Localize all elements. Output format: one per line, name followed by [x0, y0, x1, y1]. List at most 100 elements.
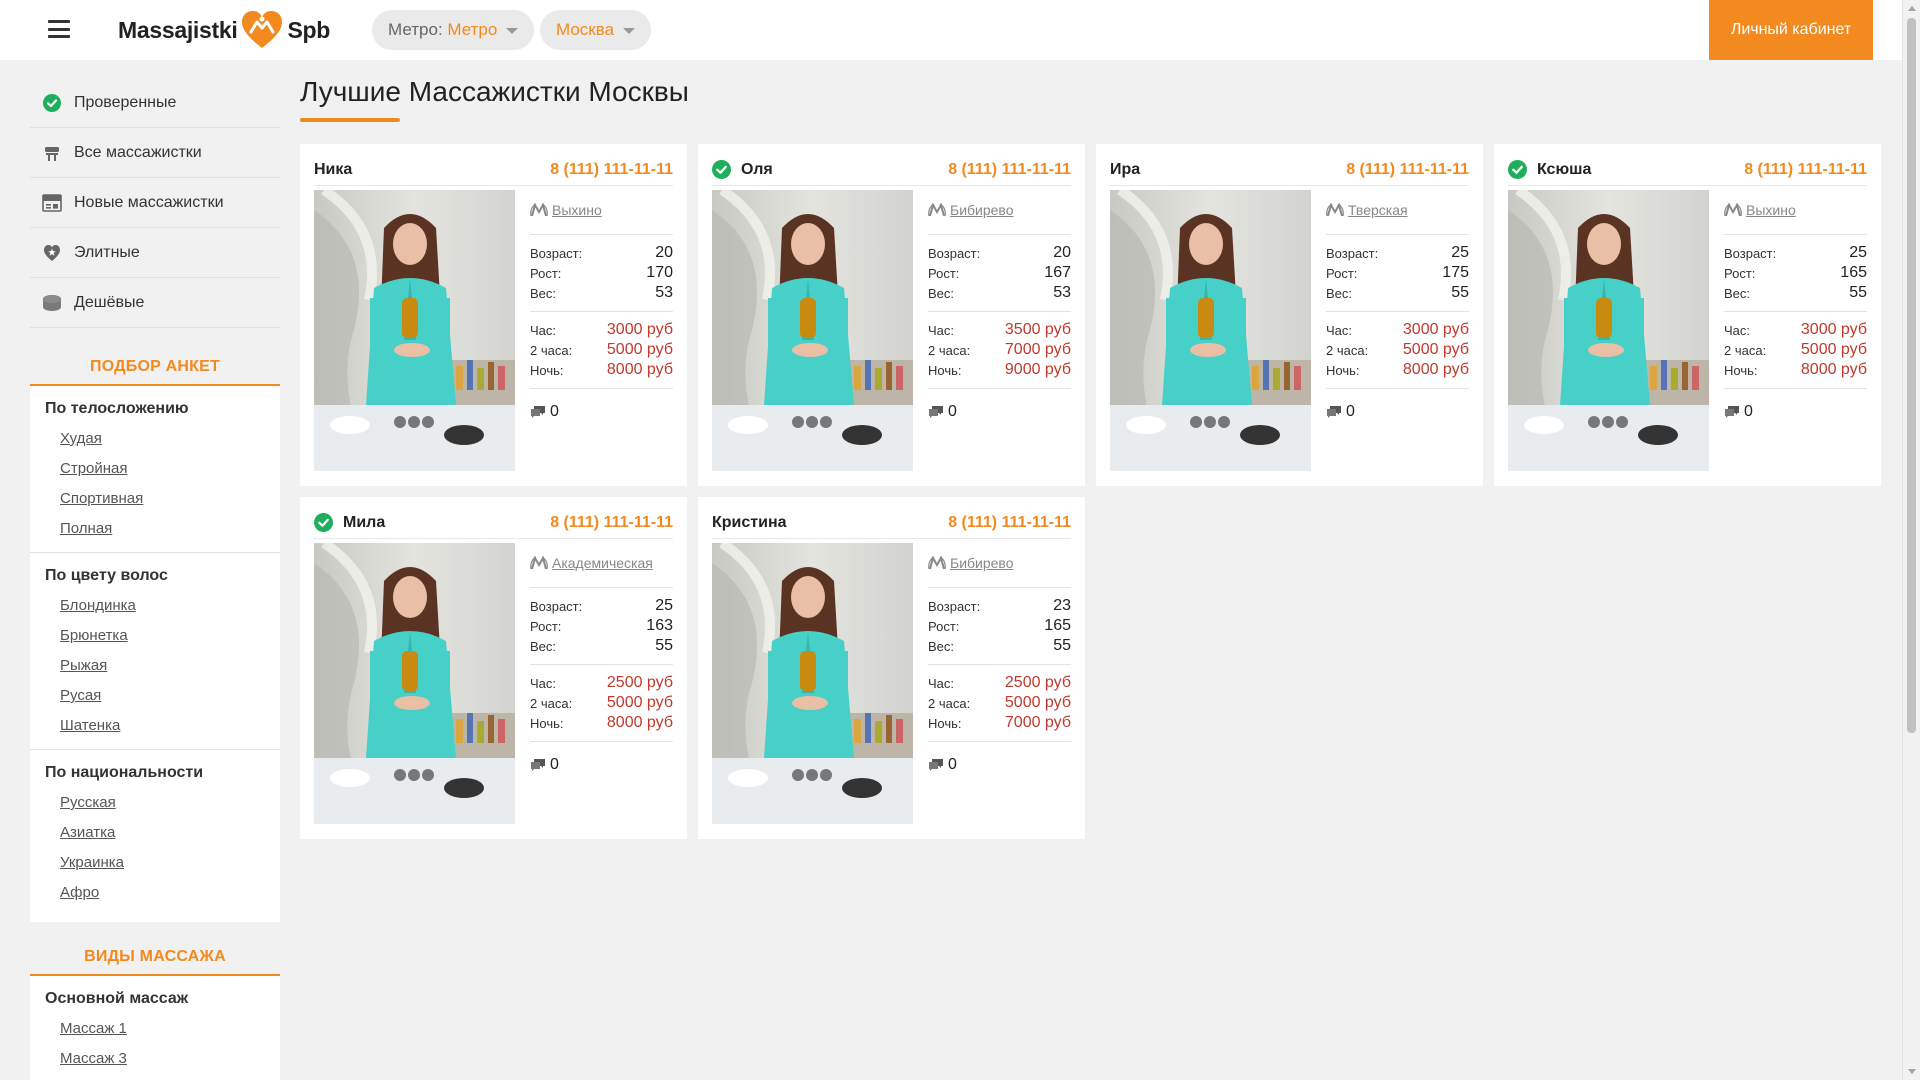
metro-station-link[interactable]: Тверская [1348, 202, 1408, 218]
profile-params: Возраст: 20 Рост: 167 Вес: 53 [928, 234, 1071, 311]
comments-count[interactable]: 0 [530, 388, 673, 421]
height-value: 163 [646, 617, 673, 634]
card-header: Ксюша 8 (111) 111-11-11 [1508, 154, 1867, 186]
sidebar-item-all[interactable]: Все массажистки [30, 128, 280, 178]
heart-logo-icon [242, 11, 283, 48]
personal-cabinet-button[interactable]: Личный кабинет [1709, 0, 1873, 60]
metro-station-link[interactable]: Выхино [552, 202, 602, 218]
hour-label: Час: [530, 675, 557, 691]
filter-link[interactable]: Рыжая [45, 651, 280, 681]
profile-phone[interactable]: 8 (111) 111-11-11 [550, 514, 673, 532]
weight-value: 55 [1849, 284, 1867, 301]
hour-price: 2500 руб [1004, 674, 1071, 691]
filter-group-heading: По телосложению [45, 400, 189, 417]
profile-card[interactable]: Ника 8 (111) 111-11-11 Выхино Возраст: 2… [300, 144, 687, 486]
filter-link[interactable]: Азиатка [45, 818, 280, 848]
sidebar-item-verified[interactable]: Проверенные [30, 78, 280, 128]
comments-count[interactable]: 0 [928, 388, 1071, 421]
comments-count-value: 0 [948, 756, 957, 773]
metro-station-link[interactable]: Академическая [552, 555, 653, 571]
profile-photo-image [712, 543, 913, 824]
filter-link[interactable]: Афро [45, 878, 280, 908]
profile-card[interactable]: Кристина 8 (111) 111-11-11 Бибирево Возр… [698, 497, 1085, 839]
age-value: 25 [1451, 244, 1469, 261]
comments-icon [531, 406, 545, 418]
profile-name[interactable]: Мила [343, 514, 550, 532]
filter-link[interactable]: Русая [45, 681, 280, 711]
filter-link[interactable]: Массаж 1 [45, 1014, 280, 1044]
metro-station-link[interactable]: Выхино [1746, 202, 1796, 218]
check-circle-icon [42, 93, 62, 113]
menu-icon[interactable] [48, 20, 70, 38]
filter-link[interactable]: Русская [45, 788, 280, 818]
filter-link[interactable]: Массаж 3 [45, 1044, 280, 1074]
height-value: 165 [1840, 264, 1867, 281]
weight-label: Вес: [530, 285, 557, 301]
profile-card[interactable]: Ксюша 8 (111) 111-11-11 Выхино Возраст: … [1494, 144, 1881, 486]
filter-link[interactable]: Украинка [45, 848, 280, 878]
age-value: 25 [1849, 244, 1867, 261]
profile-name[interactable]: Кристина [712, 514, 948, 532]
weight-label: Вес: [530, 638, 557, 654]
scroll-thumb[interactable] [1907, 18, 1916, 733]
filter-group-heading: Основной массаж [45, 990, 189, 1007]
comments-count[interactable]: 0 [530, 741, 673, 774]
filter-link[interactable]: Полная [45, 514, 280, 544]
profile-name[interactable]: Ира [1110, 161, 1346, 179]
scroll-up-arrow-icon[interactable] [1908, 6, 1916, 11]
sidebar-item-new[interactable]: Новые массажистки [30, 178, 280, 228]
site-logo[interactable]: Massajistki Spb [118, 10, 330, 50]
sidebar-item-elite[interactable]: Элитные [30, 228, 280, 278]
page-scrollbar[interactable] [1902, 0, 1920, 1080]
weight-label: Вес: [1724, 285, 1751, 301]
two-hours-price: 7000 руб [1004, 341, 1071, 358]
profile-phone[interactable]: 8 (111) 111-11-11 [1346, 161, 1469, 179]
metro-select[interactable]: Метро: Метро [372, 10, 535, 50]
comments-count[interactable]: 0 [1326, 388, 1469, 421]
profile-photo[interactable] [1110, 190, 1311, 471]
comments-count-value: 0 [1744, 403, 1753, 420]
filter-link[interactable]: Брюнетка [45, 621, 280, 651]
night-label: Ночь: [530, 362, 564, 378]
profile-phone[interactable]: 8 (111) 111-11-11 [948, 514, 1071, 532]
comments-icon [929, 759, 943, 771]
profile-phone[interactable]: 8 (111) 111-11-11 [1744, 161, 1867, 179]
profile-photo[interactable] [1508, 190, 1709, 471]
profile-name[interactable]: Оля [741, 161, 948, 179]
two-hours-label: 2 часа: [928, 695, 971, 711]
profile-name[interactable]: Ника [314, 161, 550, 179]
profile-card[interactable]: Ира 8 (111) 111-11-11 Тверская Возраст: … [1096, 144, 1483, 486]
comments-count-value: 0 [550, 756, 559, 773]
sidebar-item-cheap[interactable]: Дешёвые [30, 278, 280, 328]
profile-phone[interactable]: 8 (111) 111-11-11 [550, 161, 673, 179]
verified-check-icon [1508, 160, 1527, 179]
hour-price: 3000 руб [1800, 321, 1867, 338]
scroll-down-arrow-icon[interactable] [1908, 1069, 1916, 1074]
profile-photo[interactable] [314, 190, 515, 471]
filter-link[interactable]: Спортивная [45, 484, 280, 514]
height-value: 167 [1044, 264, 1071, 281]
profile-phone[interactable]: 8 (111) 111-11-11 [948, 161, 1071, 179]
comments-count[interactable]: 0 [928, 741, 1071, 774]
metro-station-link[interactable]: Бибирево [950, 555, 1014, 571]
city-select[interactable]: Москва [540, 10, 652, 50]
filter-link[interactable]: Шатенка [45, 711, 280, 741]
sidebar-item-label: Элитные [74, 243, 140, 261]
profile-photo[interactable] [712, 543, 913, 824]
profile-photo[interactable] [314, 543, 515, 824]
filters-panel: По телосложению Худая Стройная Спортивна… [30, 386, 280, 922]
filter-group-body: По телосложению Худая Стройная Спортивна… [30, 398, 280, 552]
metro-station-link[interactable]: Бибирево [950, 202, 1014, 218]
profile-metro: Тверская [1326, 200, 1469, 220]
profile-card[interactable]: Мила 8 (111) 111-11-11 Академическая Воз… [300, 497, 687, 839]
profile-prices: Час: 3000 руб 2 часа: 5000 руб Ночь: 8000 р… [1724, 311, 1867, 388]
profile-name[interactable]: Ксюша [1537, 161, 1744, 179]
filter-link[interactable]: Стройная [45, 454, 280, 484]
logo-text-left: Massajistki [118, 16, 238, 43]
filter-group-hair: По цвету волос Блондинка Брюнетка Рыжая … [30, 552, 280, 749]
profile-photo[interactable] [712, 190, 913, 471]
comments-count[interactable]: 0 [1724, 388, 1867, 421]
filter-link[interactable]: Блондинка [45, 591, 280, 621]
profile-card[interactable]: Оля 8 (111) 111-11-11 Бибирево Возраст: … [698, 144, 1085, 486]
filter-link[interactable]: Худая [45, 424, 280, 454]
